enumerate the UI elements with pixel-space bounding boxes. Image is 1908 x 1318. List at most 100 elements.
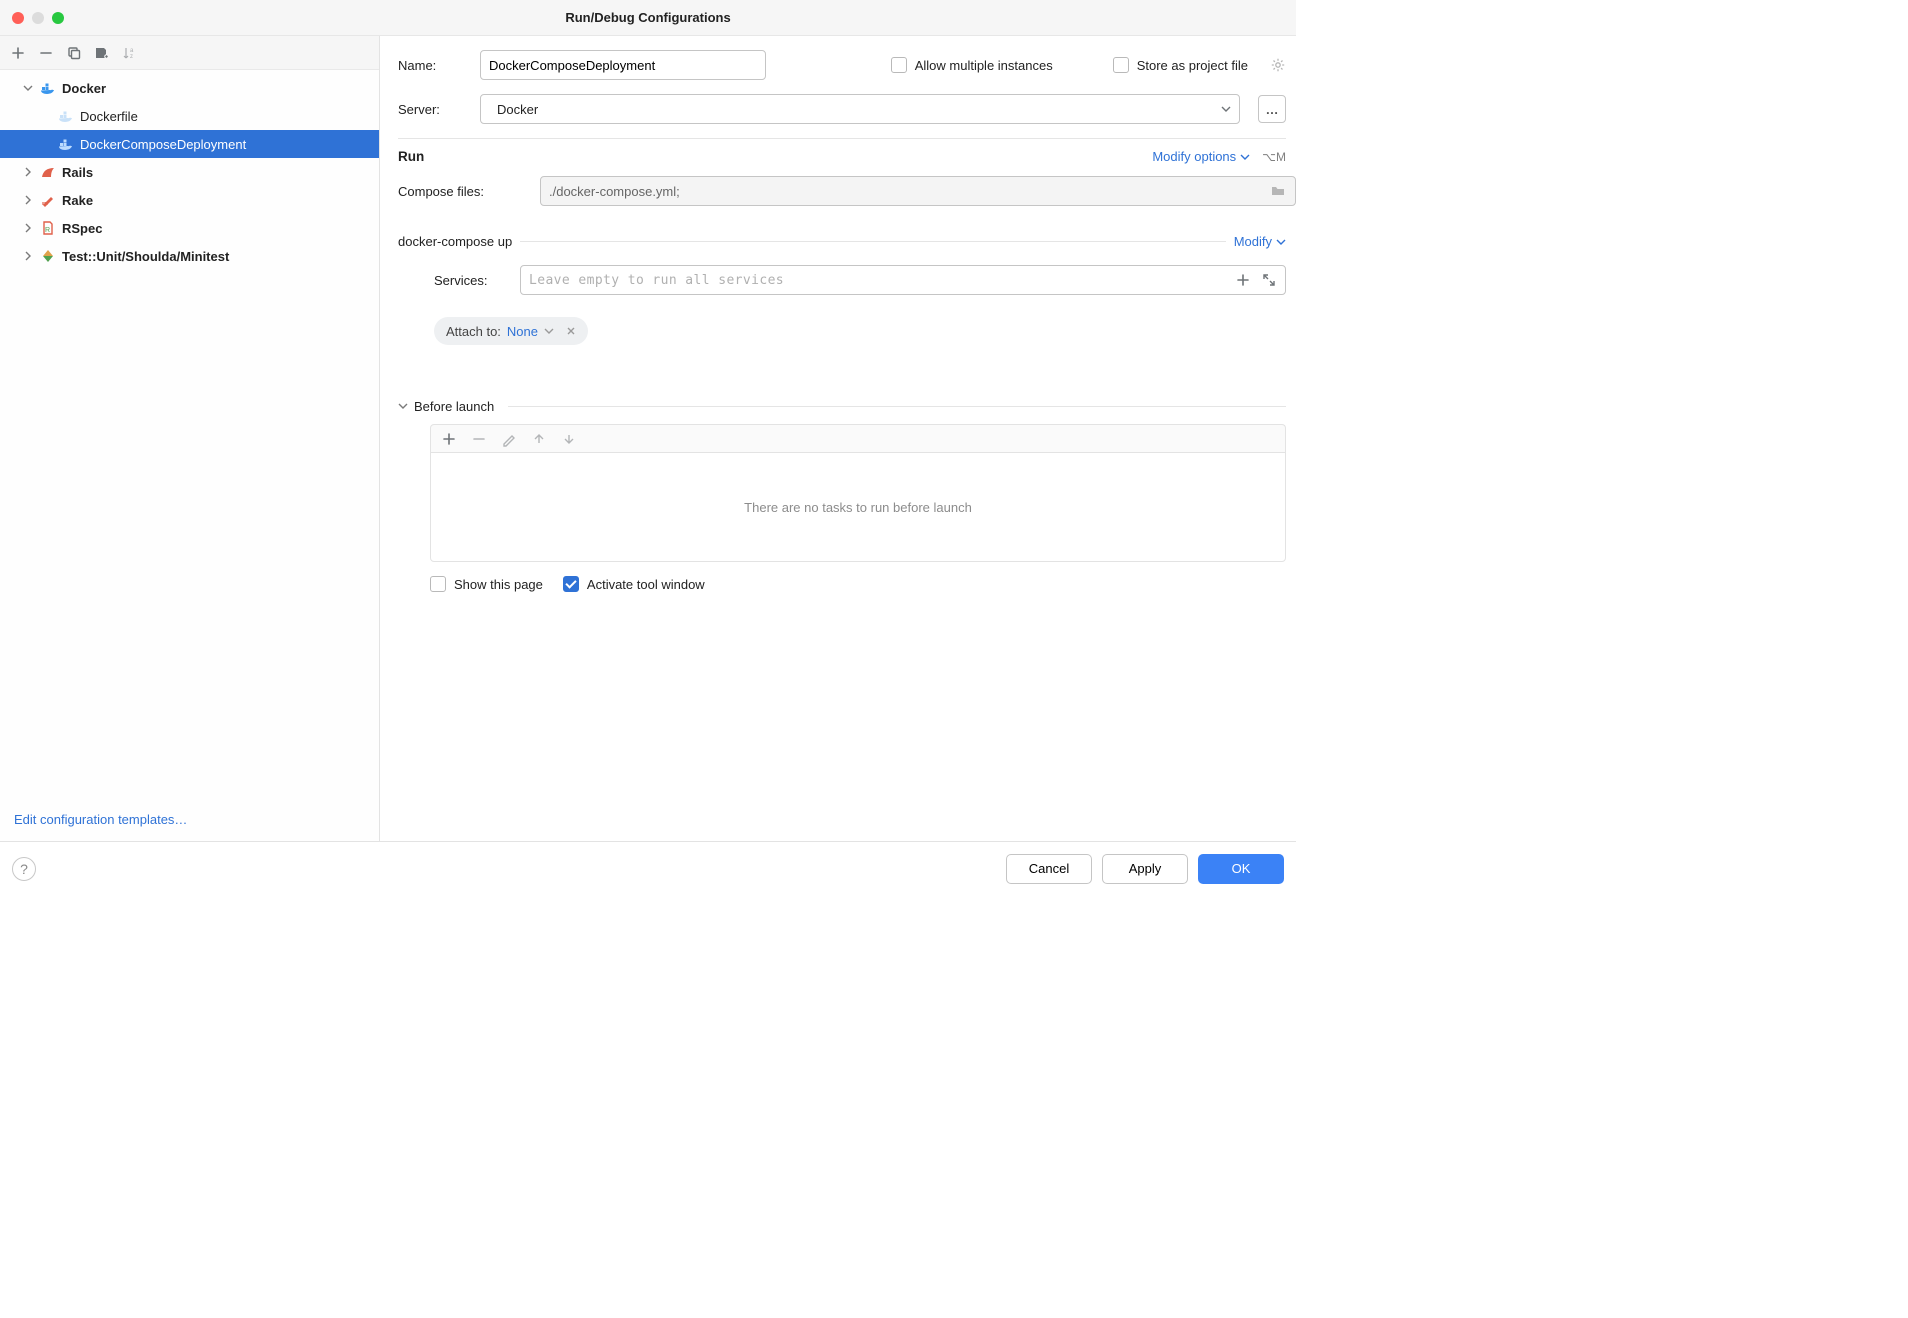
- before-launch-list: There are no tasks to run before launch: [430, 452, 1286, 562]
- activate-window-box[interactable]: [563, 576, 579, 592]
- remove-icon: [471, 431, 487, 447]
- help-icon[interactable]: ?: [12, 857, 36, 881]
- services-label: Services:: [434, 273, 506, 288]
- svg-text:R: R: [45, 227, 50, 234]
- show-page-box[interactable]: [430, 576, 446, 592]
- sidebar-footer: Edit configuration templates…: [0, 800, 379, 841]
- tree-node-rake[interactable]: Rake: [0, 186, 379, 214]
- activate-window-label: Activate tool window: [587, 577, 705, 592]
- before-launch-empty: There are no tasks to run before launch: [744, 500, 972, 515]
- allow-multiple-box[interactable]: [891, 57, 907, 73]
- services-row: Services: Leave empty to run all service…: [398, 265, 1286, 295]
- compose-files-label: Compose files:: [398, 184, 518, 199]
- chevron-right-icon: [22, 195, 34, 205]
- show-page-label: Show this page: [454, 577, 543, 592]
- docker-icon: [40, 80, 56, 96]
- tree-label: DockerComposeDeployment: [80, 137, 246, 152]
- modify-options-link[interactable]: Modify options: [1152, 149, 1250, 164]
- services-input[interactable]: Leave empty to run all services: [520, 265, 1286, 295]
- rake-icon: [40, 192, 56, 208]
- before-launch-section: Before launch There are no tasks to run …: [398, 399, 1286, 592]
- before-launch-title: Before launch: [414, 399, 494, 414]
- ok-button[interactable]: OK: [1198, 854, 1284, 884]
- chevron-down-icon: [544, 324, 554, 339]
- titlebar: Run/Debug Configurations: [0, 0, 1296, 36]
- store-project-label: Store as project file: [1137, 58, 1248, 73]
- modify-up-link[interactable]: Modify: [1234, 234, 1286, 249]
- server-label: Server:: [398, 102, 462, 117]
- server-dropdown[interactable]: Docker: [480, 94, 1240, 124]
- run-title: Run: [398, 149, 424, 164]
- chevron-right-icon: [22, 251, 34, 261]
- add-icon[interactable]: [10, 45, 26, 61]
- add-icon[interactable]: [441, 431, 457, 447]
- docker-compose-up-header: docker-compose up Modify: [398, 234, 1286, 249]
- store-project-box[interactable]: [1113, 57, 1129, 73]
- before-launch-toolbar: [430, 424, 1286, 452]
- add-icon[interactable]: [1235, 272, 1251, 288]
- chevron-right-icon: [22, 167, 34, 177]
- tree-label: Rails: [62, 165, 93, 180]
- tree-node-docker[interactable]: Docker: [0, 74, 379, 102]
- expand-icon[interactable]: [1261, 272, 1277, 288]
- compose-files-input[interactable]: [540, 176, 1296, 206]
- main-panel: Name: Allow multiple instances Store as …: [380, 36, 1296, 841]
- sort-alpha-icon[interactable]: az: [122, 45, 138, 61]
- modify-options-label: Modify options: [1152, 149, 1236, 164]
- docker-compose-up-title: docker-compose up: [398, 234, 512, 249]
- bottom-bar: ? Cancel Apply OK: [0, 841, 1296, 895]
- cancel-button[interactable]: Cancel: [1006, 854, 1092, 884]
- window-title: Run/Debug Configurations: [0, 10, 1296, 25]
- modify-up-label: Modify: [1234, 234, 1272, 249]
- name-label: Name:: [398, 58, 462, 73]
- before-launch-header[interactable]: Before launch: [398, 399, 1286, 414]
- server-value: Docker: [497, 102, 538, 117]
- tree-node-rails[interactable]: Rails: [0, 158, 379, 186]
- tree-node-dockerfile[interactable]: Dockerfile: [0, 102, 379, 130]
- rspec-icon: R: [40, 220, 56, 236]
- allow-multiple-label: Allow multiple instances: [915, 58, 1053, 73]
- activate-window-checkbox[interactable]: Activate tool window: [563, 576, 705, 592]
- rails-icon: [40, 164, 56, 180]
- name-input[interactable]: [480, 50, 766, 80]
- server-row: Server: Docker …: [398, 94, 1286, 124]
- move-up-icon: [531, 431, 547, 447]
- sidebar-toolbar: az: [0, 36, 379, 70]
- run-section-header: Run Modify options ⌥M: [398, 149, 1286, 164]
- copy-icon[interactable]: [66, 45, 82, 61]
- docker-icon: [58, 108, 74, 124]
- tree-label: Test::Unit/Shoulda/Minitest: [62, 249, 229, 264]
- store-project-checkbox[interactable]: Store as project file: [1113, 57, 1248, 73]
- tree-label: Rake: [62, 193, 93, 208]
- test-icon: [40, 248, 56, 264]
- tree-node-docker-compose-deployment[interactable]: DockerComposeDeployment: [0, 130, 379, 158]
- name-row: Name: Allow multiple instances Store as …: [398, 50, 1286, 80]
- save-template-icon[interactable]: [94, 45, 110, 61]
- edit-templates-link[interactable]: Edit configuration templates…: [14, 812, 187, 827]
- folder-icon[interactable]: [1270, 183, 1286, 199]
- gear-icon[interactable]: [1270, 57, 1286, 73]
- server-browse-button[interactable]: …: [1258, 95, 1286, 123]
- services-placeholder: Leave empty to run all services: [529, 273, 784, 288]
- tree-label: Docker: [62, 81, 106, 96]
- before-launch-checks: Show this page Activate tool window: [430, 576, 1286, 592]
- attach-to-chip[interactable]: Attach to: None: [434, 317, 588, 345]
- chevron-down-icon: [398, 399, 408, 414]
- sidebar: az Docker Dockerfile Dock: [0, 36, 380, 841]
- remove-icon[interactable]: [38, 45, 54, 61]
- allow-multiple-checkbox[interactable]: Allow multiple instances: [891, 57, 1053, 73]
- tree-node-testunit[interactable]: Test::Unit/Shoulda/Minitest: [0, 242, 379, 270]
- apply-button[interactable]: Apply: [1102, 854, 1188, 884]
- tree-node-rspec[interactable]: R RSpec: [0, 214, 379, 242]
- compose-files-row: Compose files:: [398, 176, 1286, 206]
- shortcut-hint: ⌥M: [1262, 150, 1286, 164]
- tree-label: RSpec: [62, 221, 102, 236]
- chevron-right-icon: [22, 223, 34, 233]
- config-tree: Docker Dockerfile DockerComposeDeploymen…: [0, 70, 379, 270]
- close-icon[interactable]: [566, 324, 576, 339]
- chevron-down-icon: [22, 83, 34, 93]
- edit-icon: [501, 431, 517, 447]
- chevron-down-icon: [1221, 102, 1231, 117]
- show-page-checkbox[interactable]: Show this page: [430, 576, 543, 592]
- attach-to-key: Attach to:: [446, 324, 501, 339]
